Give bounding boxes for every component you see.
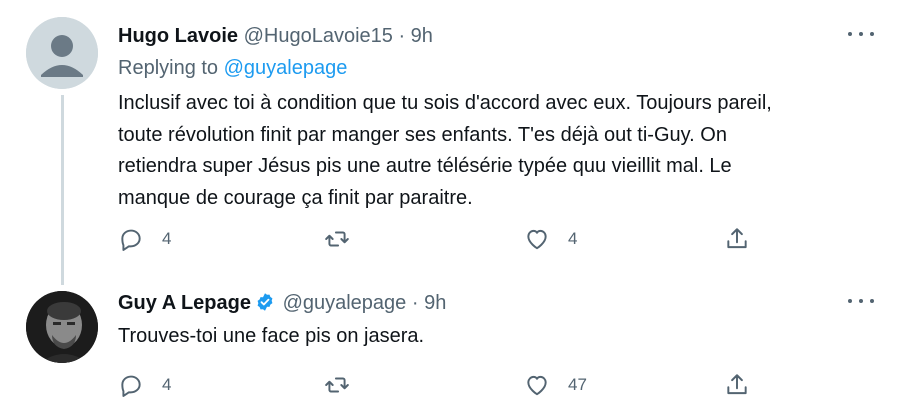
tweet-text-line: retiendra super Jésus pis une autre télé… <box>118 155 732 177</box>
tweet-guy-a-lepage[interactable]: Guy A Lepage @guyalepage · 9h Trouves-to… <box>0 280 922 412</box>
like-icon <box>527 375 547 396</box>
timestamp[interactable]: 9h <box>411 25 433 47</box>
retweet-button[interactable] <box>324 370 368 400</box>
tweet-header: Hugo Lavoie @HugoLavoie15 · 9h <box>118 24 433 48</box>
like-button[interactable]: 4 <box>524 224 577 254</box>
tweet-text-line: Inclusif avec toi à condition que tu soi… <box>118 92 772 114</box>
like-button[interactable]: 47 <box>524 370 587 400</box>
user-name[interactable]: Guy A Lepage <box>118 292 251 314</box>
reply-count: 4 <box>162 375 172 394</box>
default-avatar-icon <box>26 17 98 89</box>
tweet-hugo-lavoie[interactable]: Hugo Lavoie @HugoLavoie15 · 9h Replying … <box>0 0 922 285</box>
mention-link[interactable]: @guyalepage <box>224 57 348 79</box>
user-handle[interactable]: @guyalepage <box>283 292 407 314</box>
avatar[interactable] <box>26 291 98 363</box>
replying-prefix: Replying to <box>118 57 224 79</box>
retweet-icon <box>325 377 349 393</box>
share-icon <box>727 228 747 249</box>
share-icon <box>727 374 747 395</box>
share-button[interactable] <box>724 224 750 254</box>
timestamp[interactable]: 9h <box>424 292 446 314</box>
tweet-text: Inclusif avec toi à condition que tu soi… <box>118 88 772 214</box>
like-icon <box>527 229 547 250</box>
tweet-actions: 4 4 <box>118 224 758 254</box>
share-button[interactable] <box>724 370 750 400</box>
profile-photo-icon <box>26 291 98 363</box>
reply-count: 4 <box>162 229 172 248</box>
user-name[interactable]: Hugo Lavoie <box>118 25 238 47</box>
reply-icon <box>121 375 141 397</box>
separator: · <box>411 292 419 314</box>
verified-badge-icon <box>257 293 273 311</box>
like-count: 4 <box>568 229 578 248</box>
thread-line <box>61 95 64 285</box>
like-count: 47 <box>568 375 587 394</box>
tweet-header: Guy A Lepage @guyalepage · 9h <box>118 291 446 315</box>
reply-button[interactable]: 4 <box>118 224 171 254</box>
reply-button[interactable]: 4 <box>118 370 171 400</box>
tweet-text-line: toute révolution finit par manger ses en… <box>118 123 727 146</box>
retweet-icon <box>325 231 349 247</box>
tweet-actions: 4 47 <box>118 370 758 400</box>
reply-icon <box>121 229 141 251</box>
more-icon[interactable] <box>848 24 874 44</box>
more-icon[interactable] <box>848 291 874 311</box>
replying-to: Replying to @guyalepage <box>118 57 347 80</box>
user-handle[interactable]: @HugoLavoie15 <box>244 25 393 47</box>
avatar[interactable] <box>26 17 98 89</box>
tweet-text: Trouves-toi une face pis on jasera. <box>118 325 425 347</box>
tweet-text-line: manque de courage ça finit par paraitre. <box>118 186 473 209</box>
separator: · <box>398 25 406 47</box>
retweet-button[interactable] <box>324 224 368 254</box>
